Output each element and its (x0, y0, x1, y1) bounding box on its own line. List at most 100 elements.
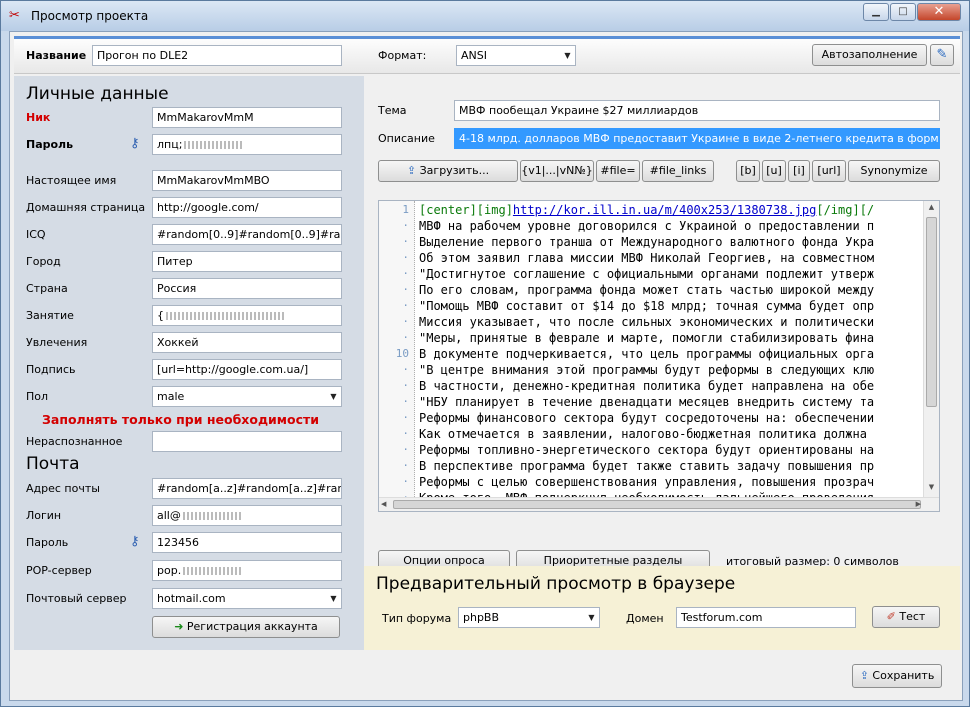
line-number: · (402, 427, 409, 440)
register-account-button[interactable]: ➜ Регистрация аккаунта (152, 616, 340, 638)
project-name-input[interactable]: Прогон по DLE2 (92, 45, 342, 66)
code-line: "Помощь МВФ составит от $14 до $18 млрд;… (419, 299, 875, 313)
format-value: ANSI (461, 49, 487, 62)
code-line: Реформы с целью совершенствования управл… (419, 475, 875, 489)
chevron-down-icon: ▼ (588, 613, 595, 622)
save-icon: ⇪ (859, 669, 869, 682)
register-account-label: Регистрация аккаунта (186, 620, 318, 633)
window-title: Просмотр проекта (31, 9, 149, 23)
line-number: · (402, 283, 409, 296)
pop-label: POP-сервер (26, 564, 92, 577)
email-input[interactable]: #random[a..z]#random[a..z]#random (152, 478, 342, 499)
mail-password-input[interactable]: 123456 (152, 532, 342, 553)
format-select[interactable]: ANSI ▼ (456, 45, 576, 66)
password-value: лпц; (157, 138, 183, 151)
line-number: · (402, 411, 409, 424)
line-number-gutter: 1········10········· (379, 201, 415, 504)
key-icon[interactable]: ⚷ (130, 136, 140, 151)
upload-button[interactable]: ⇪ Загрузить... (378, 160, 518, 182)
key-icon[interactable]: ⚷ (130, 534, 140, 549)
icq-input[interactable]: #random[0..9]#random[0..9]#random (152, 224, 342, 245)
hscrollbar-thumb[interactable] (393, 500, 921, 509)
random-macro-button[interactable]: {v1|...|vN№} (520, 160, 594, 182)
password-label: Пароль (26, 138, 74, 151)
description-input[interactable]: 4-18 млрд. долларов МВФ предоставит Укра… (454, 128, 940, 149)
scroll-right-icon[interactable]: ▶ (916, 500, 921, 508)
autofill-button[interactable]: Автозаполнение (812, 44, 927, 66)
title-bar[interactable]: ✂ Просмотр проекта ▁ □ ✕ (1, 1, 969, 31)
nick-input[interactable]: MmMakarovMmM (152, 107, 342, 128)
italic-tag-button[interactable]: [i] (788, 160, 810, 182)
unrecognized-label: Нераспознанное (26, 435, 123, 448)
brush-icon: ✐ (886, 610, 896, 623)
optional-note: Заполнять только при необходимости (42, 412, 320, 427)
synonymize-button[interactable]: Synonymize (848, 160, 940, 182)
code-area[interactable]: [center][img]http://kor.ill.in.ua/m/400x… (419, 201, 923, 497)
login-input[interactable]: all@ (152, 505, 342, 526)
upload-icon: ⇪ (406, 164, 417, 177)
occupation-value: { (157, 309, 164, 322)
homepage-input[interactable]: http://google.com/ (152, 197, 342, 218)
gender-value: male (157, 390, 185, 403)
pen-icon[interactable]: ✎ (930, 44, 954, 66)
description-label: Описание (378, 132, 435, 145)
code-line: В перспективе программа будет также став… (419, 459, 875, 473)
preview-title: Предварительный просмотр в браузере (376, 574, 736, 594)
realname-label: Настоящее имя (26, 174, 117, 187)
chevron-down-icon: ▼ (330, 392, 337, 401)
save-button[interactable]: ⇪ Сохранить (852, 664, 942, 688)
scroll-up-icon[interactable]: ▲ (926, 203, 937, 213)
realname-input[interactable]: MmMakarovMmMBO (152, 170, 342, 191)
test-button[interactable]: ✐ Тест (872, 606, 940, 628)
code-line: В частности, денежно-кредитная политика … (419, 379, 875, 393)
horizontal-scrollbar[interactable]: ◀ ▶ (379, 497, 939, 511)
scrollbar-thumb[interactable] (926, 217, 937, 407)
hobby-label: Увлечения (26, 336, 88, 349)
maximize-button[interactable]: □ (890, 3, 916, 21)
bbcode-tag: [/img][/ (816, 203, 875, 217)
line-number: · (402, 235, 409, 248)
occupation-input[interactable]: { (152, 305, 342, 326)
line-number: · (402, 299, 409, 312)
upload-label: Загрузить... (419, 164, 490, 177)
close-button[interactable]: ✕ (917, 3, 961, 21)
line-number: 10 (395, 347, 409, 360)
gender-select[interactable]: male ▼ (152, 386, 342, 407)
topic-input[interactable]: МВФ пообещал Украине $27 миллиардов (454, 100, 940, 121)
pop-input[interactable]: pop. (152, 560, 342, 581)
obscured-value (184, 141, 245, 149)
mailserver-label: Почтовый сервер (26, 592, 127, 605)
obscured-value (182, 512, 243, 520)
hobby-input[interactable]: Хоккей (152, 332, 342, 353)
mail-password-label: Пароль (26, 536, 69, 549)
bold-tag-button[interactable]: [b] (736, 160, 760, 182)
password-input[interactable]: лпц; (152, 134, 342, 155)
mailserver-select[interactable]: hotmail.com ▼ (152, 588, 342, 609)
line-number: · (402, 475, 409, 488)
go-arrow-icon: ➜ (174, 620, 184, 633)
file-macro-button[interactable]: #file= (596, 160, 640, 182)
client-area: Название Прогон по DLE2 Формат: ANSI ▼ А… (9, 31, 963, 701)
country-input[interactable]: Россия (152, 278, 342, 299)
forum-type-select[interactable]: phpBB ▼ (458, 607, 600, 628)
personal-section-title: Личные данные (26, 84, 169, 104)
domain-input[interactable]: Testforum.com (676, 607, 856, 628)
format-label: Формат: (378, 49, 427, 62)
image-url[interactable]: http://kor.ill.in.ua/m/400x253/1380738.j… (513, 203, 816, 217)
city-input[interactable]: Питер (152, 251, 342, 272)
signature-input[interactable]: [url=http://google.com.ua/] (152, 359, 342, 380)
vertical-scrollbar[interactable]: ▲ ▼ (923, 201, 939, 497)
line-number: · (402, 331, 409, 344)
url-tag-button[interactable]: [url] (812, 160, 846, 182)
code-line: Выделение первого транша от Международно… (419, 235, 875, 249)
post-body-editor[interactable]: 1········10········· [center][img]http:/… (378, 200, 940, 512)
file-links-button[interactable]: #file_links (642, 160, 714, 182)
domain-label: Домен (626, 612, 664, 625)
minimize-button[interactable]: ▁ (863, 3, 889, 21)
unrecognized-input[interactable] (152, 431, 342, 452)
scroll-left-icon[interactable]: ◀ (381, 500, 386, 508)
email-label: Адрес почты (26, 482, 100, 495)
code-line: "НБУ планирует в течение двенадцати меся… (419, 395, 875, 409)
scroll-down-icon[interactable]: ▼ (926, 483, 937, 493)
underline-tag-button[interactable]: [u] (762, 160, 786, 182)
